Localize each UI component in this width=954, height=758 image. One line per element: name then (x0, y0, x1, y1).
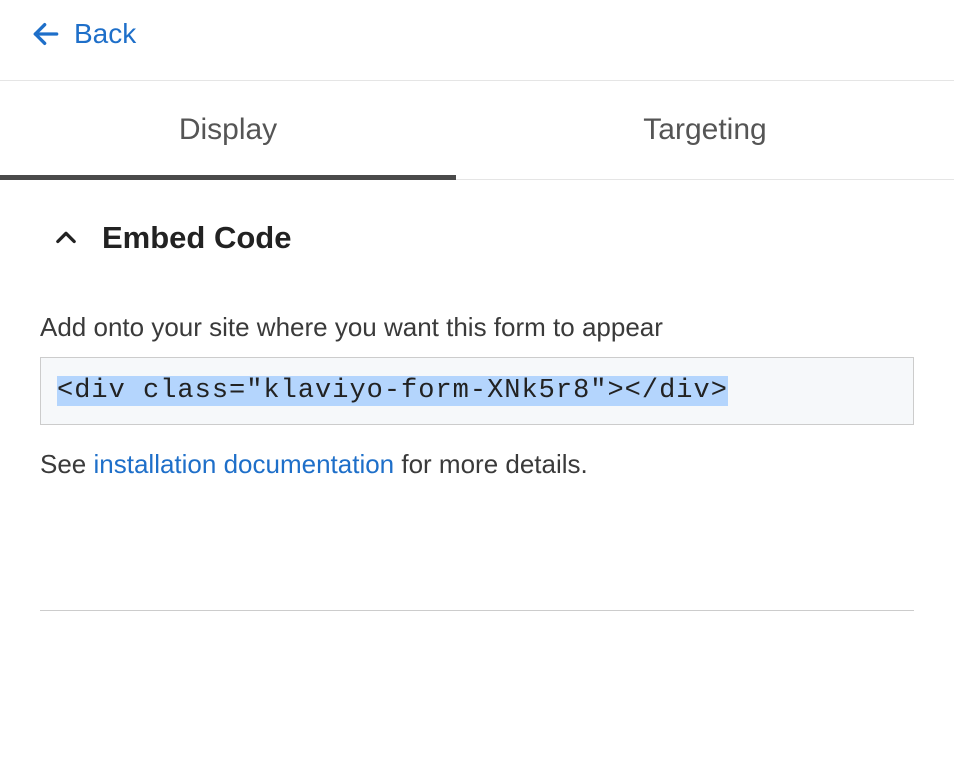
chevron-up-icon (52, 224, 80, 252)
instruction-text: Add onto your site where you want this f… (40, 312, 914, 343)
embed-code-snippet: <div class="klaviyo-form-XNk5r8"></div> (57, 376, 728, 406)
tabs-container: Display Targeting (0, 80, 954, 180)
embed-code-box[interactable]: <div class="klaviyo-form-XNk5r8"></div> (40, 357, 914, 425)
details-suffix: for more details. (394, 449, 588, 479)
tab-display-label: Display (179, 113, 277, 146)
section-title: Embed Code (102, 220, 291, 256)
tab-targeting-label: Targeting (643, 113, 766, 146)
embed-code-toggle[interactable]: Embed Code (40, 220, 914, 256)
installation-doc-link[interactable]: installation documentation (94, 449, 395, 479)
tab-targeting[interactable]: Targeting (456, 81, 954, 179)
back-label: Back (74, 18, 136, 50)
details-text: See installation documentation for more … (40, 449, 914, 480)
tab-display[interactable]: Display (0, 81, 456, 179)
back-link[interactable]: Back (0, 0, 166, 80)
embed-code-section: Embed Code Add onto your site where you … (0, 180, 954, 480)
arrow-left-icon (30, 18, 62, 50)
divider (40, 610, 914, 611)
details-prefix: See (40, 449, 94, 479)
